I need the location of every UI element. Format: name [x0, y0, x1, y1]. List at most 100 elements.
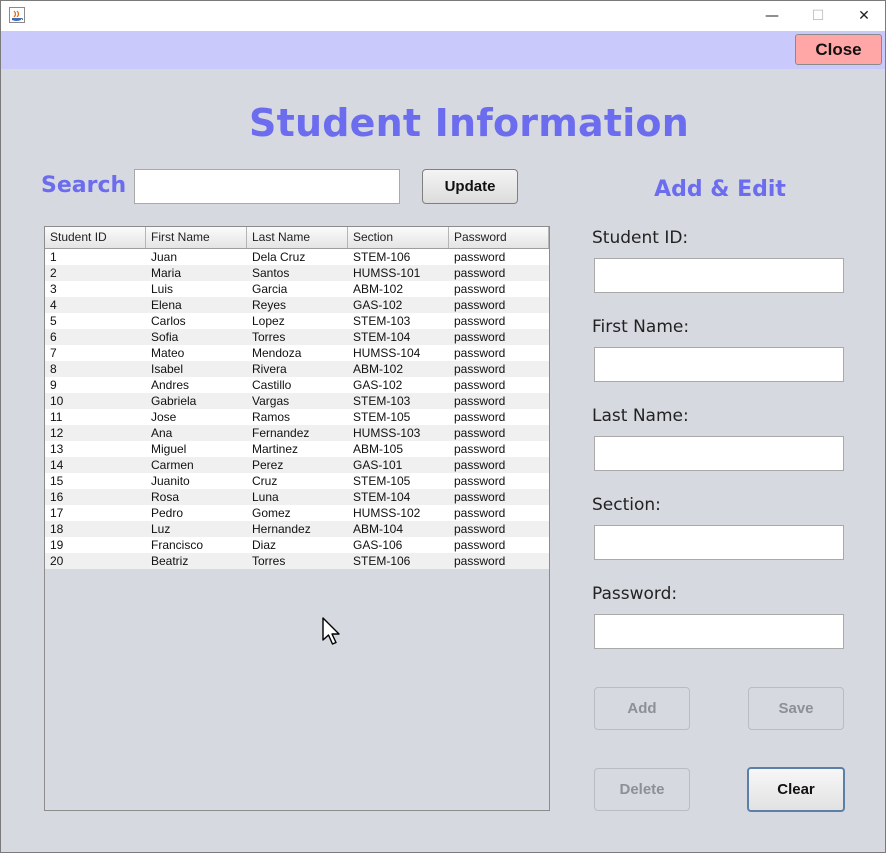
title-bar: — ☐ ✕: [1, 1, 885, 31]
cell-section: ABM-104: [353, 522, 404, 536]
cell-section: GAS-101: [353, 458, 403, 472]
add-edit-title: Add & Edit: [654, 177, 786, 202]
section-label: Section:: [592, 495, 661, 515]
cell-first-name: Isabel: [151, 362, 184, 376]
cell-first-name: Elena: [151, 298, 182, 312]
table-row[interactable]: 10 Gabriela Vargas STEM-103 password: [45, 393, 549, 409]
cell-section: STEM-104: [353, 490, 411, 504]
add-button[interactable]: Add: [594, 687, 690, 730]
table-row[interactable]: 16 Rosa Luna STEM-104 password: [45, 489, 549, 505]
password-label: Password:: [592, 584, 678, 604]
cell-first-name: Juan: [151, 250, 178, 264]
student-id-field[interactable]: [594, 258, 844, 293]
table-row[interactable]: 19 Francisco Diaz GAS-106 password: [45, 537, 549, 553]
cell-student-id: 17: [50, 506, 64, 520]
table-header: Student ID First Name Last Name Section …: [45, 227, 549, 249]
cell-last-name: Torres: [252, 330, 286, 344]
close-button[interactable]: Close: [795, 34, 882, 65]
cell-section: STEM-105: [353, 474, 411, 488]
maximize-icon: ☐: [811, 8, 825, 24]
cell-first-name: Juanito: [151, 474, 190, 488]
update-button[interactable]: Update: [422, 169, 518, 204]
first-name-field[interactable]: [594, 347, 844, 382]
cell-password: password: [454, 538, 506, 552]
cell-student-id: 4: [50, 298, 57, 312]
cell-student-id: 19: [50, 538, 64, 552]
cell-first-name: Gabriela: [151, 394, 197, 408]
last-name-label: Last Name:: [592, 406, 689, 426]
table-row[interactable]: 1 Juan Dela Cruz STEM-106 password: [45, 249, 549, 265]
cell-first-name: Carlos: [151, 314, 186, 328]
cell-first-name: Luis: [151, 282, 174, 296]
cell-student-id: 16: [50, 490, 64, 504]
table-row[interactable]: 14 Carmen Perez GAS-101 password: [45, 457, 549, 473]
table-row[interactable]: 3 Luis Garcia ABM-102 password: [45, 281, 549, 297]
table-row[interactable]: 13 Miguel Martinez ABM-105 password: [45, 441, 549, 457]
cell-last-name: Perez: [252, 458, 284, 472]
clear-button[interactable]: Clear: [747, 767, 845, 812]
cell-section: STEM-106: [353, 250, 411, 264]
cell-first-name: Francisco: [151, 538, 204, 552]
table-row[interactable]: 20 Beatriz Torres STEM-106 password: [45, 553, 549, 569]
table-row[interactable]: 7 Mateo Mendoza HUMSS-104 password: [45, 345, 549, 361]
password-field[interactable]: [594, 614, 844, 649]
table-row[interactable]: 12 Ana Fernandez HUMSS-103 password: [45, 425, 549, 441]
cell-first-name: Carmen: [151, 458, 194, 472]
table-row[interactable]: 8 Isabel Rivera ABM-102 password: [45, 361, 549, 377]
minimize-button[interactable]: —: [749, 1, 795, 31]
column-header-first-name[interactable]: First Name: [146, 227, 247, 248]
cell-first-name: Ana: [151, 426, 173, 440]
cell-student-id: 5: [50, 314, 57, 328]
save-button[interactable]: Save: [748, 687, 844, 730]
close-icon: ✕: [858, 8, 870, 24]
window-close-button[interactable]: ✕: [841, 1, 886, 31]
cell-last-name: Diaz: [252, 538, 277, 552]
cell-last-name: Hernandez: [252, 522, 311, 536]
cell-password: password: [454, 442, 506, 456]
table-row[interactable]: 2 Maria Santos HUMSS-101 password: [45, 265, 549, 281]
cell-section: HUMSS-104: [353, 346, 421, 360]
column-header-last-name[interactable]: Last Name: [247, 227, 348, 248]
top-bar: Close: [1, 31, 885, 69]
last-name-field[interactable]: [594, 436, 844, 471]
table-row[interactable]: 17 Pedro Gomez HUMSS-102 password: [45, 505, 549, 521]
section-field[interactable]: [594, 525, 844, 560]
table-row[interactable]: 6 Sofia Torres STEM-104 password: [45, 329, 549, 345]
cell-student-id: 18: [50, 522, 64, 536]
column-header-section[interactable]: Section: [348, 227, 449, 248]
cell-student-id: 1: [50, 250, 57, 264]
student-id-label: Student ID:: [592, 228, 689, 248]
table-row[interactable]: 15 Juanito Cruz STEM-105 password: [45, 473, 549, 489]
cell-first-name: Jose: [151, 410, 177, 424]
table-row[interactable]: 9 Andres Castillo GAS-102 password: [45, 377, 549, 393]
minimize-icon: —: [765, 8, 779, 24]
table-row[interactable]: 5 Carlos Lopez STEM-103 password: [45, 313, 549, 329]
cell-section: STEM-104: [353, 330, 411, 344]
java-app-icon: [9, 7, 25, 23]
cell-student-id: 2: [50, 266, 57, 280]
table-row[interactable]: 18 Luz Hernandez ABM-104 password: [45, 521, 549, 537]
cell-last-name: Ramos: [252, 410, 291, 424]
table-row[interactable]: 4 Elena Reyes GAS-102 password: [45, 297, 549, 313]
cell-last-name: Mendoza: [252, 346, 302, 360]
cell-section: STEM-105: [353, 410, 411, 424]
cell-password: password: [454, 554, 506, 568]
column-header-password[interactable]: Password: [449, 227, 549, 248]
cell-section: GAS-102: [353, 378, 403, 392]
search-input[interactable]: [134, 169, 400, 204]
cell-student-id: 11: [50, 410, 63, 424]
cell-section: ABM-105: [353, 442, 404, 456]
table-row[interactable]: 11 Jose Ramos STEM-105 password: [45, 409, 549, 425]
column-header-student-id[interactable]: Student ID: [45, 227, 146, 248]
cell-last-name: Gomez: [252, 506, 291, 520]
delete-button[interactable]: Delete: [594, 768, 690, 811]
cell-last-name: Vargas: [252, 394, 290, 408]
student-table[interactable]: Student ID First Name Last Name Section …: [44, 226, 550, 811]
cell-password: password: [454, 458, 506, 472]
cell-student-id: 6: [50, 330, 57, 344]
cell-last-name: Reyes: [252, 298, 287, 312]
cell-password: password: [454, 362, 506, 376]
cell-password: password: [454, 410, 506, 424]
cell-first-name: Maria: [151, 266, 182, 280]
cell-last-name: Santos: [252, 266, 290, 280]
